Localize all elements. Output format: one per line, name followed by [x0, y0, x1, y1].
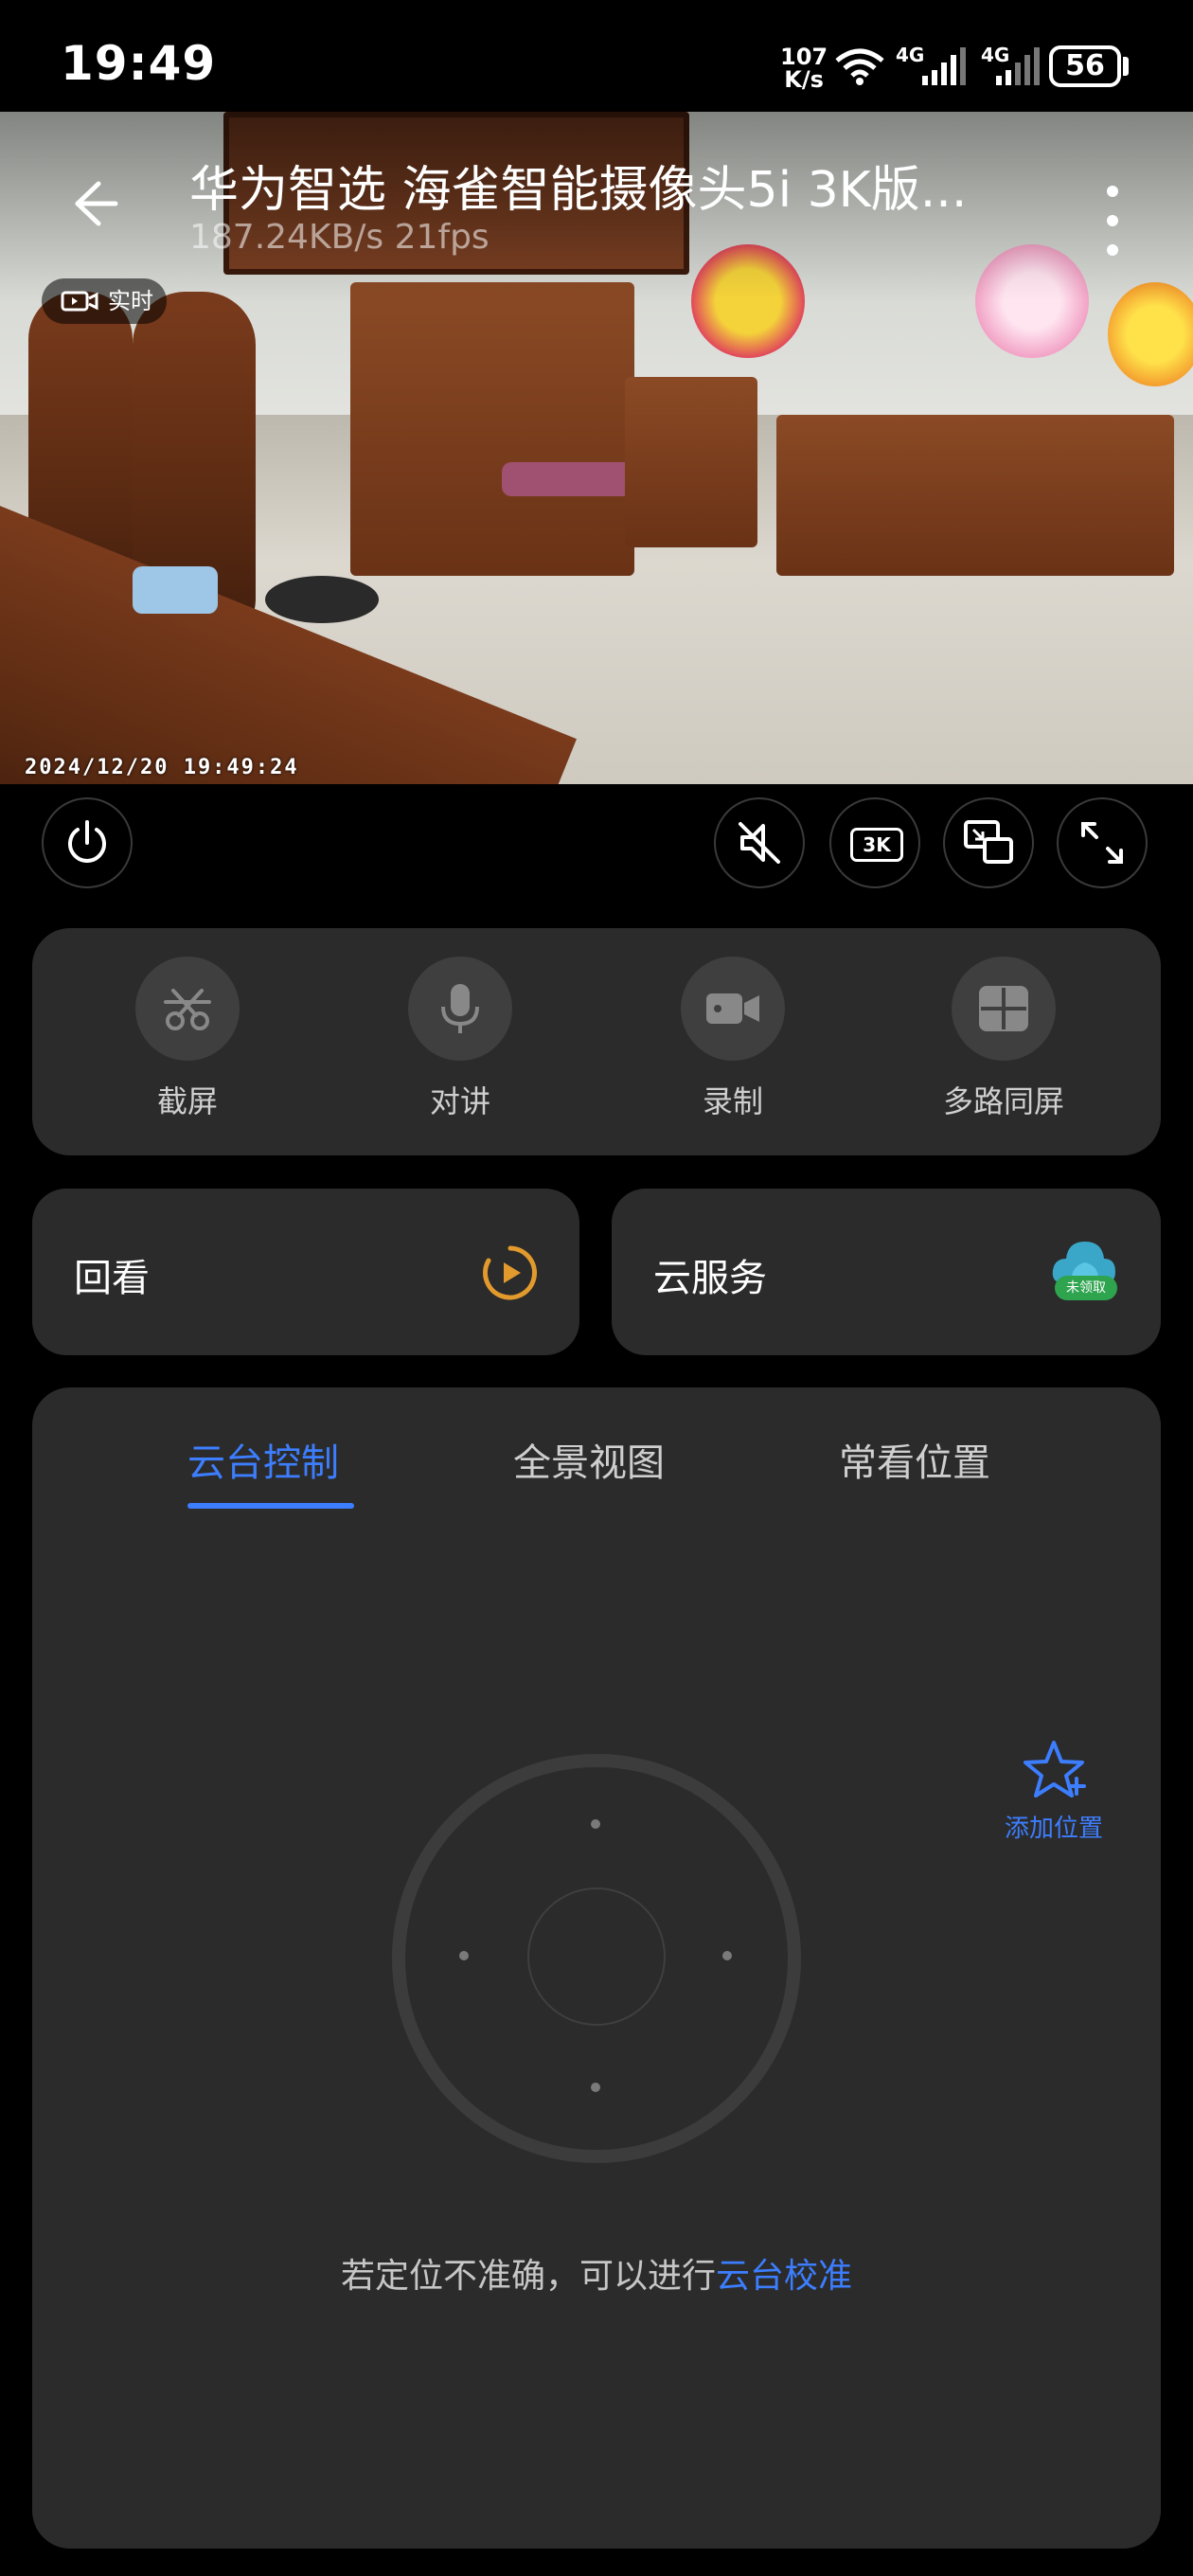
joystick-down-dot[interactable]: [591, 2083, 600, 2092]
grid-split-icon: [979, 986, 1028, 1031]
tea-table: [776, 415, 1174, 576]
calibration-hint-text: 若定位不准确，可以进行: [340, 2257, 716, 2296]
talk-label: 对讲: [429, 1083, 490, 1119]
microphone-icon: [441, 984, 479, 1033]
screenshot-label: 截屏: [156, 1083, 218, 1119]
network-speed-value: 107: [780, 44, 828, 70]
tab-panorama-view[interactable]: 全景视图: [513, 1432, 665, 1487]
multi-view-button[interactable]: [952, 957, 1056, 1061]
fullscreen-button[interactable]: [1057, 797, 1148, 888]
joystick-up-dot[interactable]: [591, 1819, 600, 1829]
tab-frequent-positions[interactable]: 常看位置: [839, 1432, 990, 1487]
picture-in-picture-button[interactable]: [943, 797, 1034, 888]
add-position-label: 添加位置: [1004, 1815, 1103, 1843]
cushion: [502, 462, 634, 496]
live-badge: 实时: [42, 278, 167, 324]
screenshot-action[interactable]: 截屏: [93, 957, 282, 1121]
joystick-center: [527, 1887, 666, 2026]
network-speed: 107 K/s: [780, 45, 828, 91]
talk-action[interactable]: 对讲: [365, 957, 555, 1121]
battery-tip: [1123, 57, 1129, 76]
calibration-hint: 若定位不准确，可以进行云台校准: [0, 2248, 1193, 2298]
playback-icon: [483, 1245, 537, 1300]
robot-vacuum: [265, 576, 379, 623]
more-options-icon[interactable]: [1098, 178, 1127, 263]
signal-bars-icon: [996, 47, 1040, 85]
tab-active-underline: [187, 1503, 354, 1509]
tab-ptz-control[interactable]: 云台控制: [187, 1432, 339, 1487]
talk-button[interactable]: [408, 957, 512, 1061]
add-position-button[interactable]: 添加位置: [994, 1737, 1113, 1844]
network-speed-unit: K/s: [784, 66, 824, 93]
device-title: 华为智选 海雀智能摄像头5i 3K版...: [189, 162, 968, 219]
signal-bars-icon: [922, 47, 966, 85]
status-bar: 19:49 107 K/s 4G 4G 56: [0, 0, 1193, 112]
side-table: [625, 377, 757, 547]
speaker-muted-icon: [739, 822, 780, 864]
power-icon: [68, 820, 106, 863]
picture-in-picture-icon: [964, 820, 1013, 864]
wifi-icon: [835, 48, 884, 85]
video-camera-icon: [61, 291, 98, 312]
joystick-right-dot[interactable]: [722, 1951, 732, 1960]
cloud-status-badge: 未领取: [1055, 1276, 1117, 1300]
joystick-left-dot[interactable]: [459, 1951, 469, 1960]
expand-icon: [1081, 822, 1123, 864]
blue-bin: [133, 566, 218, 614]
record-label: 录制: [702, 1083, 763, 1119]
cloud-service-label: 云服务: [653, 1257, 767, 1300]
status-time: 19:49: [61, 36, 217, 91]
quality-label: 3K: [850, 828, 903, 862]
mute-button[interactable]: [714, 797, 805, 888]
ptz-calibration-link[interactable]: 云台校准: [716, 2257, 852, 2296]
stream-stats: 187.24KB/s 21fps: [189, 218, 490, 257]
armchair: [350, 282, 634, 576]
multi-view-action[interactable]: 多路同屏: [909, 957, 1098, 1121]
back-arrow-icon[interactable]: [61, 170, 127, 237]
video-record-icon: [706, 993, 759, 1024]
battery-indicator: 56: [1049, 45, 1121, 87]
multi-view-label: 多路同屏: [942, 1083, 1064, 1119]
record-button[interactable]: [681, 957, 785, 1061]
cloud-service-card[interactable]: 云服务 未领取: [612, 1189, 1161, 1355]
playback-label: 回看: [74, 1257, 150, 1300]
video-timestamp: 2024/12/20 19:49:24: [25, 756, 299, 779]
power-button[interactable]: [42, 797, 133, 888]
record-action[interactable]: 录制: [638, 957, 828, 1121]
screenshot-button[interactable]: [135, 957, 240, 1061]
live-label: 实时: [108, 288, 153, 314]
live-video-view[interactable]: 华为智选 海雀智能摄像头5i 3K版... 187.24KB/s 21fps 实…: [0, 112, 1193, 784]
scissors-icon: [164, 989, 211, 1030]
playback-card[interactable]: 回看: [32, 1189, 579, 1355]
star-add-icon: [1024, 1741, 1086, 1798]
quality-button[interactable]: 3K: [829, 797, 920, 888]
